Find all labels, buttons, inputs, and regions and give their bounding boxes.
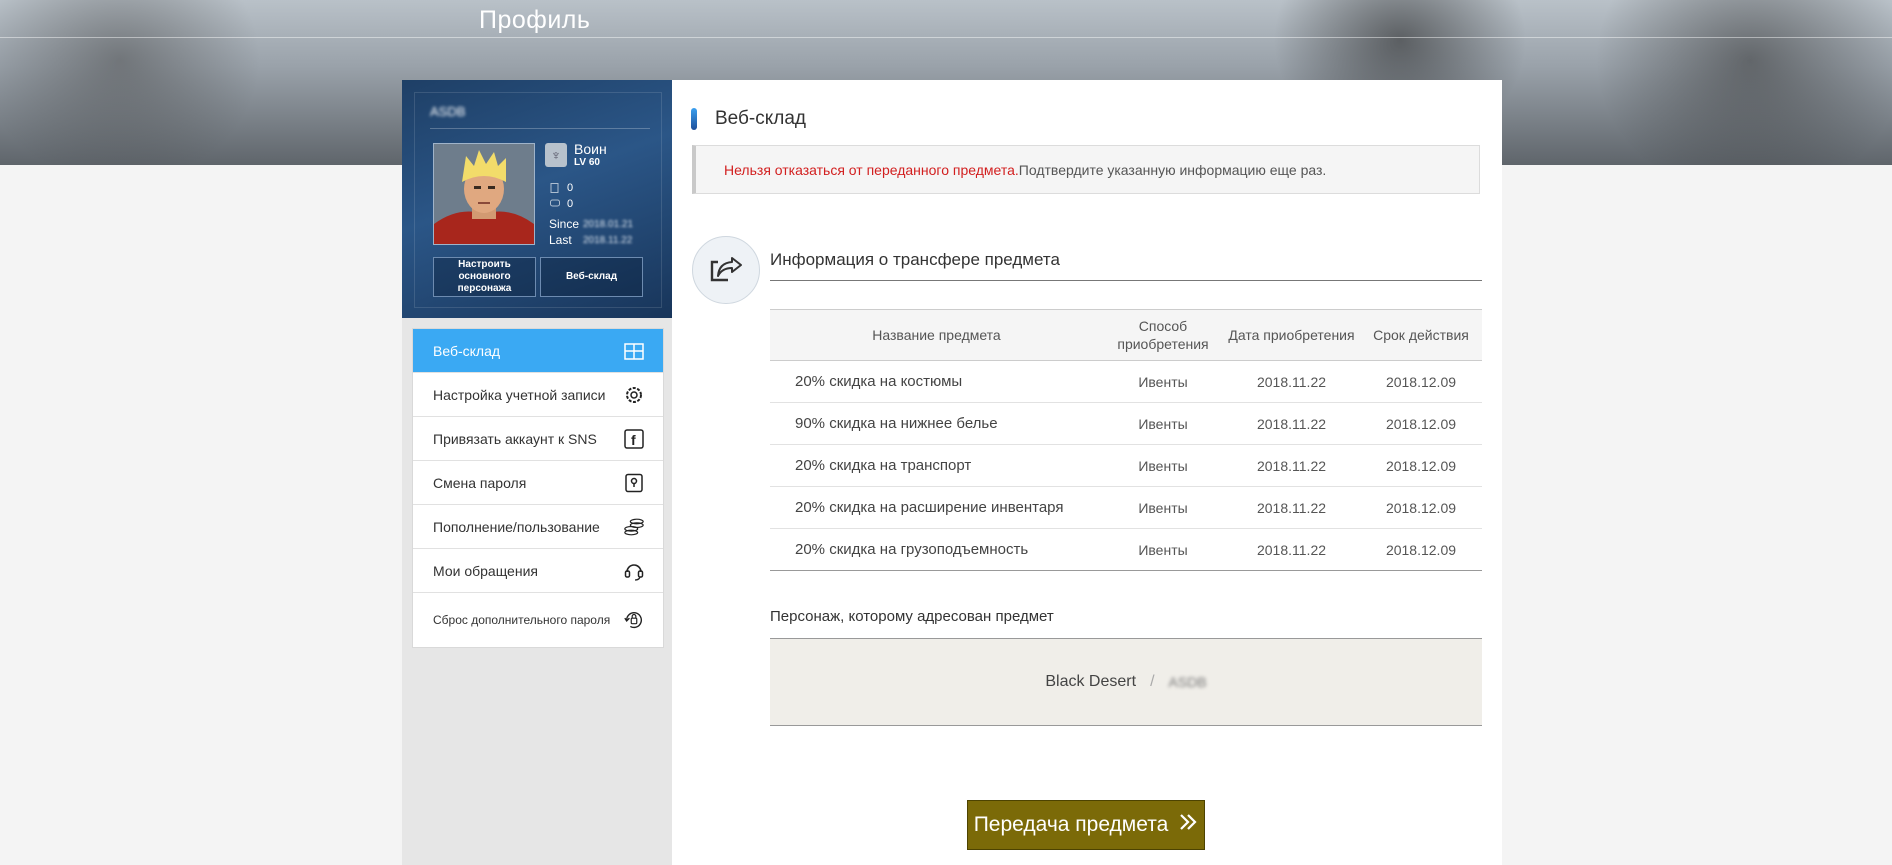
sidebar-item-my-requests[interactable]: Мои обращения [413,549,663,593]
column-header-expiry: Срок действия [1360,309,1482,361]
class-emblem-icon: ♆ [545,143,567,167]
sidebar-item-label: Настройка учетной записи [433,386,606,403]
profile-name: ASDB [430,104,466,119]
section-marker [691,108,697,130]
character-level: LV 60 [574,157,600,168]
item-method: Ивенты [1103,360,1223,403]
document-icon [550,183,559,193]
stat-value-2: 0 [567,198,574,210]
item-expiry: 2018.12.09 [1360,528,1482,571]
item-expiry: 2018.12.09 [1360,486,1482,529]
sidebar-item-label: Смена пароля [433,474,527,491]
column-header-acquisition-date: Дата приобретения [1223,309,1360,361]
transfer-item-button[interactable]: Передача предмета [967,800,1205,850]
lock-icon [623,472,645,494]
side-menu: Веб-склад Настройка учетной записи Привя… [412,328,664,648]
set-main-character-button[interactable]: Настроить основного персонажа [433,257,536,297]
sidebar-item-web-storage[interactable]: Веб-склад [413,329,663,373]
facebook-icon: f [623,428,645,450]
web-storage-button[interactable]: Веб-склад [540,257,643,297]
sidebar-item-label: Сброс дополнительного пароля [433,613,611,627]
recipient-game: Black Desert [1045,673,1137,690]
header-divider [0,37,1892,38]
item-method: Ивенты [1103,402,1223,445]
sidebar-item-label: Привязать аккаунт к SNS [433,430,597,447]
item-method: Ивенты [1103,486,1223,529]
item-method: Ивенты [1103,444,1223,487]
coins-icon [623,516,645,538]
gear-icon [623,384,645,406]
sidebar-item-label: Мои обращения [433,562,538,579]
transfer-share-icon [692,236,760,304]
item-name: 20% скидка на костюмы [770,360,1103,403]
item-date: 2018.11.22 [1223,444,1360,487]
reset-lock-icon [623,609,645,631]
item-date: 2018.11.22 [1223,360,1360,403]
double-chevron-right-icon [1178,812,1198,838]
item-date: 2018.11.22 [1223,486,1360,529]
sidebar-item-label: Пополнение/пользование [433,518,600,535]
items-table: Название предмета Способ приобретения Да… [770,309,1482,571]
profile-name-divider [430,128,650,129]
notice-info-text: Подтвердите указанную информацию еще раз… [1018,161,1327,178]
svg-text:f: f [631,432,636,448]
storage-icon [623,340,645,362]
table-row: 20% скидка на расширение инвентаря Ивент… [770,486,1482,529]
recipient-separator: / [1150,673,1155,690]
since-value: 2018.01.21 [583,219,634,230]
class-name: Воин [574,141,607,157]
transfer-item-button-label: Передача предмета [973,813,1169,836]
table-row: 20% скидка на транспорт Ивенты 2018.11.2… [770,444,1482,487]
item-expiry: 2018.12.09 [1360,360,1482,403]
item-expiry: 2018.12.09 [1360,402,1482,445]
sidebar-item-label: Веб-склад [433,342,501,359]
stat-value-1: 0 [567,182,574,194]
stat-row-2: 0 [550,198,573,210]
last-label: Last [549,233,572,247]
item-method: Ивенты [1103,528,1223,571]
avatar [433,143,535,245]
notice-warning-text: Нельзя отказаться от переданного предмет… [724,161,1019,178]
sidebar-item-account-settings[interactable]: Настройка учетной записи [413,373,663,417]
column-header-item-name: Название предмета [770,309,1103,361]
stat-row-1: 0 [550,182,573,194]
item-date: 2018.11.22 [1223,402,1360,445]
since-label: Since [549,217,580,231]
item-date: 2018.11.22 [1223,528,1360,571]
warning-notice: Нельзя отказаться от переданного предмет… [692,145,1480,194]
sidebar-item-sns[interactable]: Привязать аккаунт к SNS f [413,417,663,461]
sidebar-item-payments[interactable]: Пополнение/пользование [413,505,663,549]
page-title: Профиль [479,6,591,34]
recipient-character: ASDB [1168,674,1207,690]
last-value: 2018.11.22 [583,235,633,246]
table-row: 20% скидка на грузоподъемность Ивенты 20… [770,528,1482,571]
item-expiry: 2018.12.09 [1360,444,1482,487]
transfer-info-divider [770,280,1482,281]
item-name: 90% скидка на нижнее белье [770,402,1103,445]
section-title: Веб-склад [715,108,807,129]
table-row: 20% скидка на костюмы Ивенты 2018.11.22 … [770,360,1482,403]
item-name: 20% скидка на расширение инвентаря [770,486,1103,529]
chat-icon [550,199,560,207]
recipient-box: Black Desert / ASDB [770,638,1482,726]
item-name: 20% скидка на грузоподъемность [770,528,1103,571]
sidebar-item-change-password[interactable]: Смена пароля [413,461,663,505]
recipient-label: Персонаж, которому адресован предмет [770,608,1054,625]
item-name: 20% скидка на транспорт [770,444,1103,487]
column-header-acquisition-method: Способ приобретения [1103,309,1223,361]
table-row: 90% скидка на нижнее белье Ивенты 2018.1… [770,402,1482,445]
headset-icon [623,560,645,582]
sidebar-item-reset-second-password[interactable]: Сброс дополнительного пароля [413,593,663,647]
transfer-info-title: Информация о трансфере предмета [770,250,1060,269]
table-header-row: Название предмета Способ приобретения Да… [770,309,1482,361]
